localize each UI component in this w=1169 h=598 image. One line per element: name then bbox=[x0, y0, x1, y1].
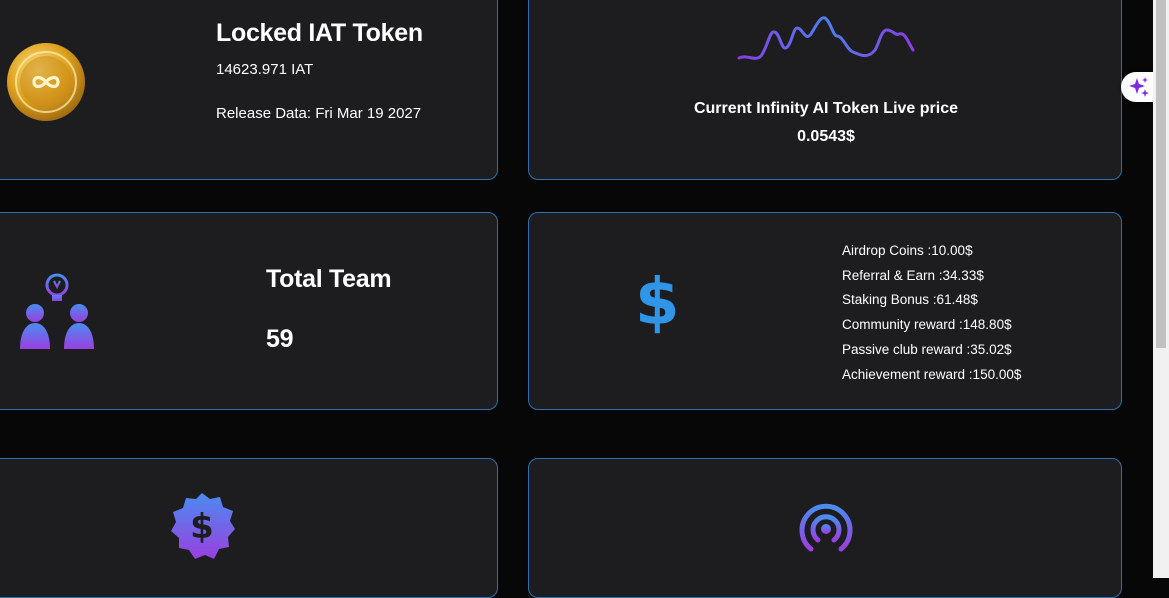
locked-token-amount: 14623.971 IAT bbox=[216, 61, 314, 78]
team-idea-icon bbox=[20, 273, 94, 349]
income-item-community: Community reward :148.80$ bbox=[842, 317, 1012, 333]
live-price-value: 0.0543$ bbox=[797, 128, 855, 145]
total-team-title: Total Team bbox=[266, 265, 392, 293]
infinity-coin-icon bbox=[7, 43, 85, 121]
sparkle-button[interactable] bbox=[1121, 72, 1157, 102]
income-list: Airdrop Coins :10.00$ Referral & Earn :3… bbox=[842, 239, 1021, 387]
total-team-count: 59 bbox=[266, 325, 294, 353]
income-item-staking: Staking Bonus :61.48$ bbox=[842, 292, 978, 308]
price-sparkline-icon bbox=[737, 16, 915, 60]
income-item-achievement: Achievement reward :150.00$ bbox=[842, 366, 1022, 382]
live-price-card: Current Infinity AI Token Live price 0.0… bbox=[528, 0, 1122, 180]
dollar-badge-icon: $ bbox=[171, 493, 235, 559]
live-price-label: Current Infinity AI Token Live price bbox=[693, 100, 959, 117]
dollar-icon: $ bbox=[635, 266, 680, 340]
income-item-referral: Referral & Earn :34.33$ bbox=[842, 267, 984, 283]
total-team-card: Total Team 59 bbox=[0, 212, 498, 410]
scrollbar-thumb[interactable] bbox=[1156, 0, 1166, 348]
broadcast-icon bbox=[799, 503, 853, 552]
release-date: Release Data: Fri Mar 19 2027 bbox=[216, 105, 422, 122]
bottom-left-card: $ bbox=[0, 458, 498, 598]
locked-token-title: Locked IAT Token bbox=[216, 19, 423, 47]
income-item-passive-club: Passive club reward :35.02$ bbox=[842, 341, 1012, 357]
svg-text:$: $ bbox=[190, 507, 214, 547]
income-item-airdrop: Airdrop Coins :10.00$ bbox=[842, 243, 973, 258]
income-card: $ Airdrop Coins :10.00$ Referral & Earn … bbox=[528, 212, 1122, 410]
sparkle-icon bbox=[1129, 77, 1149, 97]
bottom-right-card bbox=[528, 458, 1122, 598]
locked-token-card: Locked IAT Token 14623.971 IAT Release D… bbox=[0, 0, 498, 180]
